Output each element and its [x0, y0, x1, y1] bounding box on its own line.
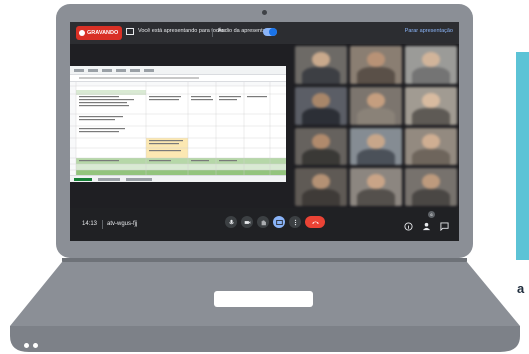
people-button[interactable]: 6 — [422, 211, 435, 231]
divider — [212, 28, 213, 37]
participant-tile[interactable] — [405, 86, 457, 125]
formula-bar — [70, 75, 286, 82]
share-screen-button[interactable] — [273, 216, 285, 228]
call-controls — [225, 216, 325, 228]
side-panel-controls: 6 — [404, 211, 449, 232]
status-light — [33, 343, 38, 348]
share-screen-icon — [275, 219, 283, 225]
shared-screen — [70, 66, 286, 182]
spreadsheet-grid — [70, 82, 286, 180]
toolbar-item — [102, 68, 112, 72]
stop-presenting-button[interactable]: Parar apresentação — [405, 28, 453, 34]
sheet-tab — [98, 177, 120, 181]
divider — [102, 220, 103, 229]
webcam-dot — [262, 10, 267, 15]
toolbar-item — [88, 68, 98, 72]
camera-button[interactable] — [241, 216, 253, 228]
participant-tile[interactable] — [295, 86, 347, 125]
recording-badge[interactable]: GRAVANDO — [76, 26, 123, 40]
toolbar-item — [74, 68, 84, 72]
raise-hand-button[interactable] — [257, 216, 269, 228]
chat-button[interactable] — [440, 218, 449, 232]
participant-tile[interactable] — [295, 168, 347, 206]
end-call-icon — [311, 220, 319, 224]
laptop-base — [10, 262, 520, 352]
chat-icon — [440, 222, 449, 232]
toolbar-item — [116, 68, 126, 72]
meeting-window: GRAVANDO Você está apresentando para tod… — [70, 22, 459, 241]
more-options-button[interactable] — [289, 216, 301, 228]
end-call-button[interactable] — [305, 216, 325, 228]
formula-content — [79, 77, 199, 79]
sheet-tab-active — [74, 177, 92, 181]
participant-tile[interactable] — [350, 168, 402, 206]
toolbar-item — [130, 68, 140, 72]
clock: 14:13 — [82, 221, 98, 227]
participant-tile[interactable] — [295, 46, 347, 84]
audio-toggle[interactable] — [263, 28, 277, 36]
status-light — [24, 343, 29, 348]
participant-grid — [293, 44, 459, 208]
participant-tile[interactable] — [405, 46, 457, 84]
sheet-tabs — [70, 175, 286, 182]
grid-lines — [70, 82, 286, 180]
mic-icon — [228, 219, 234, 224]
participant-tile[interactable] — [405, 168, 457, 206]
side-card — [516, 52, 529, 260]
meeting-code: atv-wgus-fjj — [107, 221, 138, 227]
participant-tile[interactable] — [350, 46, 402, 84]
presentation-bar: GRAVANDO Você está apresentando para tod… — [70, 22, 459, 44]
mic-button[interactable] — [225, 216, 237, 228]
camera-icon — [244, 220, 250, 224]
sheet-tab — [126, 177, 152, 181]
participant-count: 6 — [428, 211, 435, 218]
touchpad — [214, 291, 313, 307]
participant-tile[interactable] — [405, 127, 457, 166]
spreadsheet-toolbar — [70, 66, 286, 75]
toolbar-item — [144, 68, 154, 72]
recording-label: GRAVANDO — [87, 30, 119, 36]
call-controls-bar: 14:13 atv-wgus-fjj 6 — [70, 208, 459, 241]
participant-tile[interactable] — [350, 86, 402, 125]
present-icon — [126, 28, 134, 35]
hand-icon — [261, 219, 266, 225]
participant-tile[interactable] — [350, 127, 402, 166]
toggle-knob — [269, 28, 277, 36]
meeting-info-button[interactable] — [404, 218, 413, 231]
record-dot-icon — [79, 30, 85, 36]
people-icon — [422, 222, 431, 231]
info-icon — [404, 222, 413, 231]
participant-tile[interactable] — [295, 127, 347, 166]
more-icon — [294, 219, 296, 225]
